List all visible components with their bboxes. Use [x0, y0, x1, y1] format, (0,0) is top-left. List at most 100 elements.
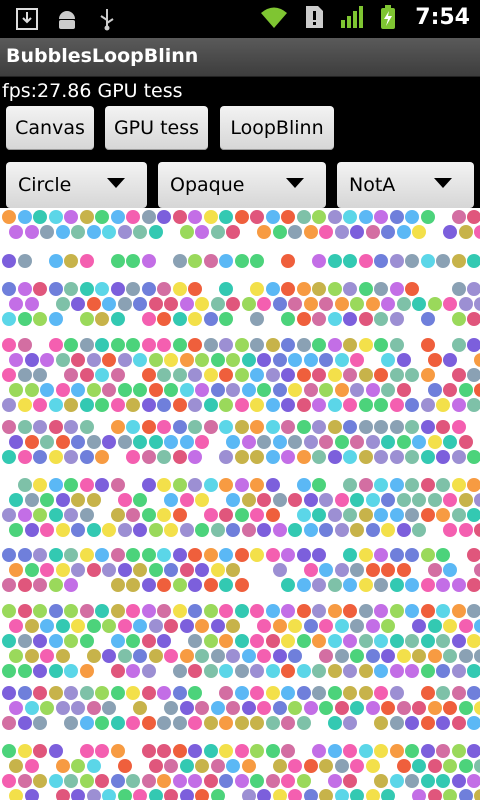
shape-dropdown-value: Circle: [18, 174, 72, 196]
bubble: [421, 478, 435, 492]
bubble: [374, 774, 388, 788]
battery-charging-icon: [381, 5, 396, 29]
bubble: [2, 254, 16, 268]
bubble: [288, 435, 302, 449]
bubble: [111, 398, 125, 412]
bubble: [467, 634, 480, 648]
bubble: [359, 686, 373, 700]
bubble: [173, 478, 187, 492]
bubble: [452, 686, 466, 700]
bubble: [374, 210, 388, 224]
bubble: [328, 210, 342, 224]
bubble: [405, 368, 419, 382]
bubble: [452, 716, 466, 730]
bubble: [319, 225, 333, 239]
antialias-dropdown-value: NotA: [349, 174, 396, 196]
bubble: [111, 254, 125, 268]
bubble: [312, 548, 326, 562]
canvas-button[interactable]: Canvas: [6, 106, 94, 150]
bubble: [397, 523, 411, 537]
bubble: [343, 664, 357, 678]
bubble: [459, 297, 473, 311]
bubble: [328, 716, 342, 730]
bubble: [164, 435, 178, 449]
bubble: [343, 368, 357, 382]
bubble: [266, 368, 280, 382]
bubble: [381, 297, 395, 311]
bubble: [281, 548, 295, 562]
bubble: [188, 478, 202, 492]
bubble: [188, 686, 202, 700]
bubble: [297, 398, 311, 412]
bubble: [226, 353, 240, 367]
bubble: [343, 282, 357, 296]
bubble: [250, 210, 264, 224]
bubble: [319, 563, 333, 577]
bubble: [157, 716, 171, 730]
bubble: [436, 420, 450, 434]
bubble: [366, 297, 380, 311]
bubble: [343, 210, 357, 224]
bubble: [9, 563, 23, 577]
bubble: [149, 435, 163, 449]
bubble: [95, 548, 109, 562]
bubble: [126, 774, 140, 788]
bubble: [18, 664, 32, 678]
bubble: [467, 450, 480, 464]
bubble: [2, 420, 16, 434]
signal-icon: [341, 6, 364, 28]
bubble: [281, 686, 295, 700]
bubbles-canvas[interactable]: [0, 208, 480, 800]
shape-dropdown[interactable]: Circle: [6, 162, 147, 208]
bubble: [350, 225, 364, 239]
bubble: [133, 523, 147, 537]
bubble: [95, 716, 109, 730]
bubble: [235, 254, 249, 268]
bubble: [235, 774, 249, 788]
bubble: [405, 664, 419, 678]
bubble: [157, 744, 171, 758]
bubble: [467, 578, 480, 592]
bubble: [118, 759, 132, 773]
bubble: [142, 716, 156, 730]
bubble: [257, 435, 271, 449]
bubble: [71, 523, 85, 537]
bubble: [257, 493, 271, 507]
bubble: [366, 493, 380, 507]
bubble: [49, 338, 63, 352]
opacity-dropdown[interactable]: Opaque: [158, 162, 326, 208]
bubble: [304, 383, 318, 397]
bubble: [421, 508, 435, 522]
bubble: [56, 493, 70, 507]
bubble: [467, 686, 480, 700]
bubble: [64, 634, 78, 648]
bubble: [188, 282, 202, 296]
opacity-dropdown-value: Opaque: [170, 174, 245, 196]
bubble: [173, 338, 187, 352]
bubble: [421, 686, 435, 700]
bubble: [173, 744, 187, 758]
bubble: [49, 774, 63, 788]
bubble: [374, 686, 388, 700]
bubble: [421, 634, 435, 648]
loopblinn-button[interactable]: LoopBlinn: [220, 106, 334, 150]
bubble: [273, 225, 287, 239]
bubble: [381, 493, 395, 507]
bubble: [467, 338, 480, 352]
bubble: [235, 744, 249, 758]
bubble: [173, 578, 187, 592]
bubble: [250, 398, 264, 412]
bubble: [173, 716, 187, 730]
bubble: [195, 563, 209, 577]
bubble: [235, 716, 249, 730]
bubble: [374, 398, 388, 412]
bubble: [297, 478, 311, 492]
antialias-dropdown[interactable]: NotA: [337, 162, 474, 208]
bubble: [211, 789, 225, 800]
bubble: [226, 759, 240, 773]
bubble: [18, 774, 32, 788]
gpu-tess-button[interactable]: GPU tess: [105, 106, 208, 150]
bubble: [412, 619, 426, 633]
bubble: [452, 312, 466, 326]
bubble: [18, 450, 32, 464]
